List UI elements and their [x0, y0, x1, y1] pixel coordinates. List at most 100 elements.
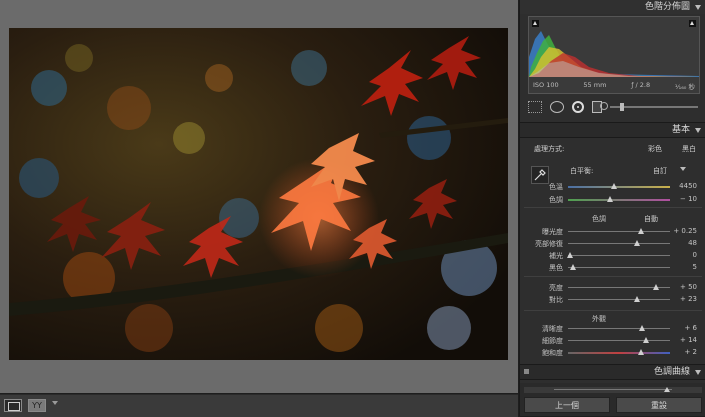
curve-preview-strip	[524, 387, 702, 393]
treatment-label: 處理方式:	[534, 145, 565, 153]
collapse-triangle-icon	[695, 5, 701, 10]
slider-label: 飽和度	[542, 349, 563, 357]
presence-label: 外觀	[592, 315, 606, 323]
slider-value[interactable]: 0	[693, 251, 697, 259]
slider-value[interactable]: 48	[688, 239, 697, 247]
slider-row: 亮度 + 50	[520, 282, 705, 293]
treatment-bw-button[interactable]: 黑白	[682, 144, 696, 154]
slider-label: 黑色	[549, 264, 563, 272]
panel-footer: 上一個 重設	[520, 383, 705, 416]
slider-track[interactable]	[568, 196, 670, 202]
tone-row: 色調 自動	[520, 214, 705, 225]
tone-curve-section: 色調曲線	[520, 364, 705, 380]
slider-row: 色溫 4450	[520, 181, 705, 192]
slider-value[interactable]: + 23	[680, 295, 697, 303]
slider-thumb[interactable]	[567, 252, 574, 258]
slider-row: 亮部修復 48	[520, 238, 705, 249]
slider-track[interactable]	[568, 228, 670, 234]
curve-track	[554, 389, 672, 390]
loupe-view-icon[interactable]	[4, 399, 22, 412]
wb-label: 白平衡:	[570, 167, 594, 175]
slider-value[interactable]: + 2	[684, 348, 697, 356]
histogram-header[interactable]: 色階分佈圖	[520, 0, 705, 14]
basic-section: 基本	[520, 122, 705, 138]
image-stage	[0, 0, 518, 393]
autumn-maple-photo	[9, 28, 508, 360]
exif-info: ISO 100 55 mm ƒ / 2.8 ¹⁄₁₆₀ 秒	[529, 81, 699, 91]
slider-value[interactable]: 5	[693, 263, 697, 271]
slider-track[interactable]	[568, 349, 670, 355]
slider-label: 補光	[549, 252, 563, 260]
adjustment-brush-icon[interactable]	[600, 102, 698, 111]
histogram-graph	[529, 31, 699, 77]
presence-row: 外觀	[520, 314, 705, 325]
develop-panel: 色階分佈圖 ISO 100 55 mm ƒ / 2.8 ¹⁄₁₆₀ 秒 基本 處…	[519, 0, 705, 416]
basic-header[interactable]: 基本	[520, 122, 705, 138]
histogram: ISO 100 55 mm ƒ / 2.8 ¹⁄₁₆₀ 秒	[528, 16, 700, 94]
slider-value[interactable]: 4450	[679, 182, 697, 190]
slider-track[interactable]	[567, 252, 670, 258]
highlight-clipping-icon[interactable]	[689, 20, 696, 27]
redeye-icon[interactable]	[572, 101, 584, 113]
reset-button[interactable]: 重設	[616, 397, 702, 413]
slider-label: 亮部修復	[535, 240, 563, 248]
divider	[524, 310, 702, 311]
treatment-color-button[interactable]: 彩色	[648, 144, 662, 154]
slider-value[interactable]: + 0.25	[673, 227, 697, 235]
slider-label: 曝光度	[542, 228, 563, 236]
slider-thumb[interactable]	[652, 284, 659, 290]
slider-label: 色溫	[549, 183, 563, 191]
slider-thumb[interactable]	[638, 349, 645, 355]
tone-curve-header[interactable]: 色調曲線	[520, 364, 705, 380]
slider-track[interactable]	[568, 296, 670, 302]
slider-label: 細節度	[542, 337, 563, 345]
slider-thumb[interactable]	[634, 240, 641, 246]
slider-value[interactable]: + 6	[684, 324, 697, 332]
slider-thumb[interactable]	[570, 264, 577, 270]
filmstrip-toolbar: YY	[0, 394, 518, 417]
slider-row: 飽和度 + 2	[520, 347, 705, 358]
slider-thumb[interactable]	[610, 183, 617, 189]
divider	[524, 207, 702, 208]
view-options-icon[interactable]	[52, 401, 58, 405]
slider-value[interactable]: + 50	[680, 283, 697, 291]
slider-row: 細節度 + 14	[520, 335, 705, 346]
slider-track[interactable]	[568, 183, 670, 189]
collapse-triangle-icon	[695, 370, 701, 375]
slider-row: 對比 + 23	[520, 294, 705, 305]
shutter-value: ¹⁄₁₆₀ 秒	[674, 83, 695, 91]
slider-track[interactable]	[568, 337, 670, 343]
white-balance-row: 白平衡: 自訂	[520, 166, 705, 177]
wb-preset-select[interactable]: 自訂	[653, 166, 667, 176]
slider-track[interactable]	[568, 284, 670, 290]
aperture-value: ƒ / 2.8	[631, 81, 651, 89]
compare-view-icon[interactable]: YY	[28, 399, 46, 412]
tool-strip	[528, 98, 698, 116]
slider-track[interactable]	[568, 240, 670, 246]
slider-thumb[interactable]	[606, 196, 613, 202]
divider	[524, 276, 702, 277]
slider-value[interactable]: − 10	[680, 195, 697, 203]
slider-row: 補光 0	[520, 250, 705, 261]
slider-label: 亮度	[549, 284, 563, 292]
slider-row: 色調 − 10	[520, 194, 705, 205]
slider-track[interactable]	[568, 325, 670, 331]
slider-value[interactable]: + 14	[680, 336, 697, 344]
basic-title: 基本	[671, 125, 690, 135]
slider-track[interactable]	[568, 264, 670, 270]
panel-toggle-icon[interactable]	[524, 369, 529, 374]
slider-row: 曝光度 + 0.25	[520, 226, 705, 237]
spot-removal-icon[interactable]	[550, 101, 564, 113]
slider-thumb[interactable]	[642, 337, 649, 343]
tone-auto-button[interactable]: 自動	[644, 214, 658, 224]
wb-dropdown-icon[interactable]	[680, 167, 686, 171]
slider-thumb[interactable]	[639, 325, 646, 331]
shadow-clipping-icon[interactable]	[532, 20, 539, 27]
crop-tool-icon[interactable]	[528, 101, 542, 113]
curve-thumb[interactable]	[664, 387, 670, 392]
slider-thumb[interactable]	[634, 296, 641, 302]
photo-preview[interactable]	[9, 28, 508, 360]
previous-button[interactable]: 上一個	[524, 397, 610, 413]
histogram-title: 色階分佈圖	[644, 2, 690, 12]
slider-thumb[interactable]	[638, 228, 645, 234]
